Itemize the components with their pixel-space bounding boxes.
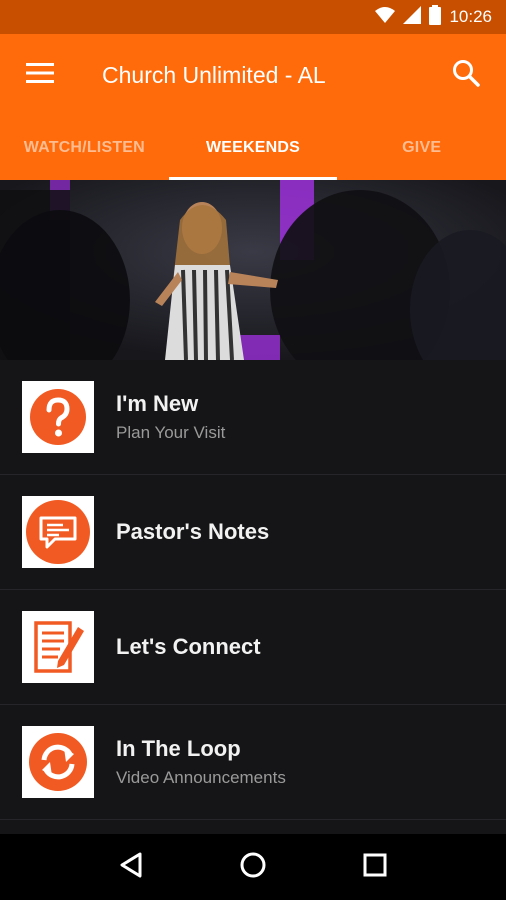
search-button[interactable]: [426, 34, 506, 116]
item-text: I'm New Plan Your Visit: [116, 391, 225, 443]
item-title: Let's Connect: [116, 634, 261, 659]
menu-list: I'm New Plan Your Visit Pastor's Notes L…: [0, 360, 506, 820]
hamburger-menu-icon: [26, 62, 54, 89]
tab-give[interactable]: GIVE: [337, 116, 506, 180]
app-title: Church Unlimited - AL: [102, 61, 326, 88]
signal-icon: [403, 5, 422, 29]
refresh-arrows-icon: [22, 726, 94, 798]
list-item-im-new[interactable]: I'm New Plan Your Visit: [0, 360, 506, 475]
list-item-lets-connect[interactable]: Let's Connect: [0, 590, 506, 705]
item-title: Pastor's Notes: [116, 519, 270, 544]
battery-icon: [429, 4, 442, 30]
item-title: In The Loop: [116, 736, 241, 761]
status-bar: 10:26: [0, 0, 506, 34]
recents-icon: [363, 853, 387, 882]
list-item-in-the-loop[interactable]: In The Loop Video Announcements: [0, 705, 506, 820]
item-title: I'm New: [116, 391, 199, 416]
item-text: Pastor's Notes: [116, 519, 269, 545]
recents-button[interactable]: [345, 837, 405, 897]
wifi-icon: [375, 6, 396, 29]
item-subtitle: Video Announcements: [116, 768, 286, 787]
tab-weekends[interactable]: WEEKENDS: [168, 116, 338, 180]
question-mark-icon: [22, 381, 94, 453]
back-button[interactable]: [101, 837, 161, 897]
status-time: 10:26: [449, 7, 492, 26]
item-text: Let's Connect: [116, 634, 261, 660]
speech-bubble-notes-icon: [22, 496, 94, 568]
status-icons: [375, 4, 442, 30]
app-bar: Church Unlimited - AL: [0, 34, 506, 116]
home-icon: [239, 851, 267, 884]
search-icon: [452, 59, 480, 92]
tab-bar: WATCH/LISTEN WEEKENDS GIVE: [0, 116, 506, 180]
tab-watch-listen[interactable]: WATCH/LISTEN: [0, 116, 169, 180]
menu-button[interactable]: [0, 34, 80, 116]
item-text: In The Loop Video Announcements: [116, 736, 286, 788]
home-button[interactable]: [223, 837, 283, 897]
screen: 10:26 Church Unlimited - AL WATCH/LISTEN…: [0, 0, 506, 900]
navigation-bar: [0, 834, 506, 900]
item-subtitle: Plan Your Visit: [116, 423, 226, 442]
list-item-pastors-notes[interactable]: Pastor's Notes: [0, 475, 506, 590]
back-icon: [118, 851, 144, 884]
hero-image: [0, 180, 506, 360]
form-pencil-icon: [22, 611, 94, 683]
